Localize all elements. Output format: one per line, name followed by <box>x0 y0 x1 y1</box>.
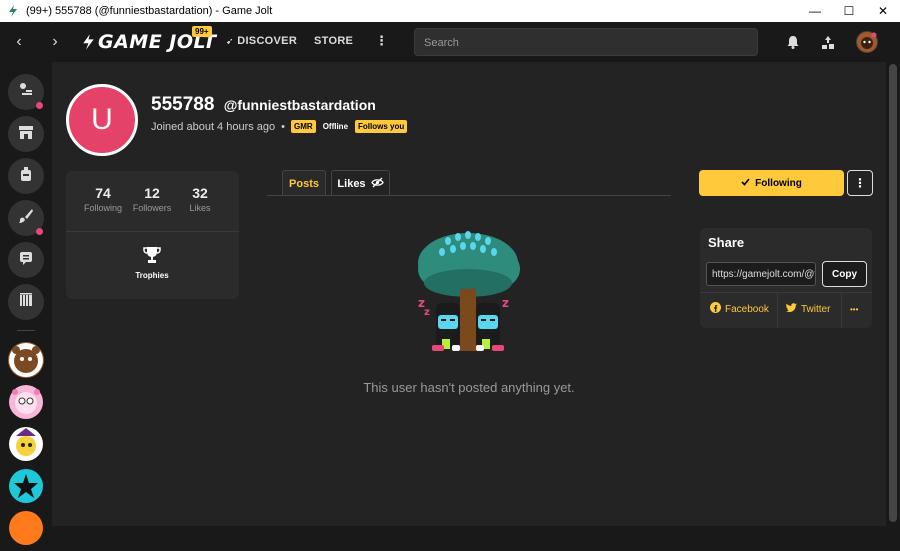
tab-posts[interactable]: Posts <box>282 170 326 196</box>
stat-likes[interactable]: 32 Likes <box>174 185 226 213</box>
facebook-share-button[interactable]: Facebook <box>710 298 769 320</box>
share-link-divider <box>841 292 842 328</box>
sidebar-divider <box>17 330 35 331</box>
top-navigation: ‹ › GAME JOLT 99+ ➹ DISCOVER STORE ⋮ Sea… <box>0 22 900 62</box>
chat-icon <box>18 250 34 270</box>
gamejolt-logo[interactable]: GAME JOLT 99+ <box>82 26 216 54</box>
brush-icon <box>18 208 34 228</box>
bell-icon[interactable] <box>781 22 805 62</box>
activity-notification-dot <box>36 102 43 109</box>
tab-likes[interactable]: Likes <box>331 170 390 196</box>
followers-label: Followers <box>132 203 172 213</box>
following-count: 74 <box>95 185 111 201</box>
following-button[interactable]: Following <box>699 170 844 196</box>
check-icon <box>741 177 750 189</box>
sidebar-store-button[interactable] <box>8 116 44 152</box>
trophy-icon <box>130 246 174 269</box>
joined-text: Joined about 4 hours ago <box>151 120 276 133</box>
empty-posts-message: This user hasn't posted anything yet. <box>363 380 575 395</box>
scrollbar-thumb[interactable] <box>889 64 897 522</box>
copy-button[interactable]: Copy <box>822 261 867 287</box>
stats-divider <box>66 231 239 232</box>
sidebar-community-avatar[interactable] <box>8 468 44 504</box>
gamejolt-app-icon <box>6 4 20 18</box>
sidebar-community-avatar[interactable] <box>8 342 44 378</box>
stat-following[interactable]: 74 Following <box>77 185 129 213</box>
twitter-icon <box>786 302 797 316</box>
display-name: 555788 <box>151 94 215 115</box>
notification-count-badge: 99+ <box>192 26 212 37</box>
left-sidebar <box>0 62 52 545</box>
share-title: Share <box>708 235 745 250</box>
sidebar-library-button[interactable] <box>8 284 44 320</box>
profile-meta: Joined about 4 hours ago • GMR Offline F… <box>151 120 408 133</box>
followers-count: 12 <box>144 185 160 201</box>
facebook-label: Facebook <box>725 303 769 315</box>
likes-count: 32 <box>192 185 208 201</box>
share-card: Share https://gamejolt.com/@funniestbast… <box>700 228 872 328</box>
profile-avatar[interactable]: U <box>66 84 138 156</box>
trophies-link[interactable]: Trophies <box>130 246 174 280</box>
quests-icon[interactable] <box>816 22 840 62</box>
likes-label: Likes <box>189 203 211 213</box>
user-avatar[interactable] <box>856 31 878 53</box>
minimize-button[interactable]: — <box>798 0 832 22</box>
back-button[interactable]: ‹ <box>2 22 36 62</box>
window-title: (99+) 555788 (@funniestbastardation) - G… <box>26 5 273 17</box>
sidebar-inventory-button[interactable] <box>8 158 44 194</box>
stats-card: 74 Following 12 Followers 32 Likes Troph… <box>66 171 239 299</box>
backpack-icon <box>18 166 34 186</box>
facebook-icon <box>710 302 721 316</box>
vertical-scrollbar[interactable] <box>886 62 900 526</box>
share-divider <box>700 292 872 293</box>
library-icon <box>18 292 34 312</box>
discover-link[interactable]: ➹ DISCOVER <box>226 35 297 47</box>
sidebar-community-avatar[interactable] <box>8 510 44 546</box>
creator-notification-dot <box>36 228 43 235</box>
gmr-badge[interactable]: GMR <box>291 120 316 133</box>
forward-button[interactable]: › <box>38 22 72 62</box>
activity-icon <box>18 82 34 102</box>
search-input[interactable]: Search <box>414 28 758 56</box>
store-link[interactable]: STORE <box>314 35 353 47</box>
window-titlebar: (99+) 555788 (@funniestbastardation) - G… <box>0 0 900 22</box>
maximize-button[interactable]: ☐ <box>832 0 866 22</box>
follows-you-badge: Follows you <box>355 120 408 133</box>
compass-icon: ➹ <box>226 36 234 46</box>
twitter-label: Twitter <box>801 303 831 315</box>
profile-page: U 555788 @funniestbastardation Joined ab… <box>52 62 886 526</box>
trophies-label: Trophies <box>135 271 169 280</box>
tabs-underline <box>267 195 671 196</box>
separator-dot: • <box>281 120 286 133</box>
profile-title: 555788 @funniestbastardation <box>151 94 376 116</box>
sidebar-chat-button[interactable] <box>8 242 44 278</box>
stat-followers[interactable]: 12 Followers <box>126 185 178 213</box>
tab-likes-label: Likes <box>337 177 366 190</box>
sleeping-tree-illustration: z z z <box>412 227 524 362</box>
share-link-divider <box>777 292 778 328</box>
following-button-label: Following <box>755 177 802 189</box>
lightning-icon <box>83 34 94 50</box>
sidebar-community-avatar[interactable] <box>8 426 44 462</box>
sidebar-community-avatar[interactable] <box>8 384 44 420</box>
svg-text:z: z <box>502 296 509 310</box>
share-more-button[interactable]: ••• <box>850 298 858 320</box>
store-icon <box>18 124 34 144</box>
close-window-button[interactable]: ✕ <box>866 0 900 22</box>
svg-text:z: z <box>424 307 430 318</box>
profile-more-button[interactable]: ⋮ <box>847 170 873 196</box>
discover-label: DISCOVER <box>237 35 298 47</box>
more-menu-button[interactable]: ⋮ <box>375 33 388 49</box>
eye-off-icon <box>370 177 384 191</box>
status-badge: Offline <box>322 122 349 131</box>
following-label: Following <box>83 203 123 213</box>
username: @funniestbastardation <box>223 97 376 113</box>
twitter-share-button[interactable]: Twitter <box>786 298 830 320</box>
share-url-field[interactable]: https://gamejolt.com/@funniestbastardati… <box>706 262 816 286</box>
